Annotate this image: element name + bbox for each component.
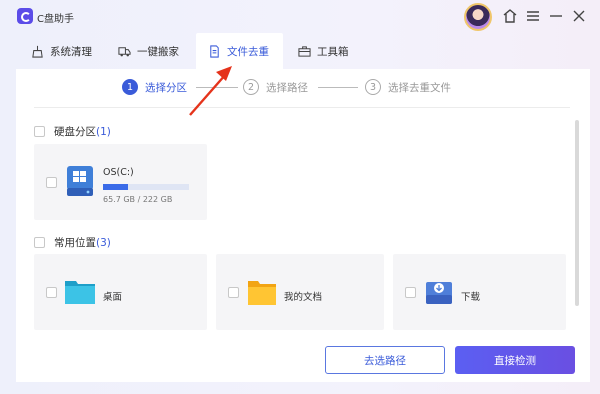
tab-system-clean[interactable]: 系统清理 — [19, 33, 104, 69]
location-checkbox[interactable] — [405, 287, 416, 298]
minimize-icon[interactable] — [546, 6, 566, 26]
step-number: 2 — [243, 79, 259, 95]
partitions-count: (1) — [96, 126, 111, 138]
location-label: 我的文档 — [284, 292, 323, 303]
user-avatar[interactable] — [464, 3, 492, 31]
location-checkbox[interactable] — [46, 287, 57, 298]
location-card-desktop[interactable]: 桌面 — [34, 254, 207, 330]
partition-card-c[interactable]: OS(C:) 65.7 GB / 222 GB — [34, 144, 207, 220]
step-connector — [318, 87, 358, 88]
choose-path-button[interactable]: 去选路径 — [325, 346, 445, 374]
file-icon — [210, 44, 219, 58]
hard-drive-icon — [67, 166, 93, 196]
partition-checkbox[interactable] — [46, 177, 57, 188]
step-connector — [196, 87, 238, 88]
step-label: 选择去重文件 — [388, 81, 451, 94]
content-panel: 1 选择分区 2 选择路径 3 选择去重文件 硬盘分区(1) OS(C:) 65… — [16, 69, 590, 382]
main-tabs: 系统清理 一键搬家 文件去重 工具箱 — [0, 33, 600, 69]
locations-header: 常用位置(3) — [34, 235, 111, 250]
partition-size-text: 65.7 GB / 222 GB — [103, 195, 173, 204]
step-label: 选择分区 — [145, 81, 187, 94]
location-label: 下载 — [461, 292, 481, 303]
location-label: 桌面 — [103, 292, 123, 303]
divider — [34, 107, 570, 108]
step-number: 1 — [122, 79, 138, 95]
partitions-select-all-checkbox[interactable] — [34, 126, 45, 137]
locations-select-all-checkbox[interactable] — [34, 237, 45, 248]
step-select-dedup-files: 3 选择去重文件 — [365, 79, 451, 95]
tab-file-dedup[interactable]: 文件去重 — [196, 33, 283, 69]
location-card-downloads[interactable]: 下载 — [393, 254, 566, 330]
step-number: 3 — [365, 79, 381, 95]
truck-icon — [118, 46, 131, 56]
detect-button[interactable]: 直接检测 — [455, 346, 575, 374]
locations-title: 常用位置 — [54, 237, 96, 249]
step-label: 选择路径 — [266, 81, 308, 94]
locations-count: (3) — [96, 237, 111, 249]
tab-one-click-move[interactable]: 一键搬家 — [106, 33, 191, 69]
step-select-partition: 1 选择分区 — [122, 79, 187, 95]
partition-name: OS(C:) — [103, 167, 134, 178]
close-icon[interactable] — [569, 6, 589, 26]
download-folder-icon — [426, 282, 452, 304]
tab-label: 一键搬家 — [137, 45, 179, 58]
step-indicator: 1 选择分区 2 选择路径 3 选择去重文件 — [16, 69, 590, 107]
location-checkbox[interactable] — [228, 287, 239, 298]
step-select-path: 2 选择路径 — [243, 79, 308, 95]
home-icon[interactable] — [500, 6, 520, 26]
tab-label: 文件去重 — [227, 45, 269, 58]
desktop-folder-icon — [65, 281, 95, 304]
title-bar: C盘助手 — [0, 0, 600, 32]
documents-folder-icon — [248, 281, 276, 305]
tab-label: 工具箱 — [317, 45, 349, 58]
menu-icon[interactable] — [523, 6, 543, 26]
app-logo-icon — [17, 8, 33, 24]
tab-label: 系统清理 — [50, 45, 92, 58]
partitions-title: 硬盘分区 — [54, 126, 96, 138]
partition-usage-fill — [103, 184, 129, 190]
location-card-documents[interactable]: 我的文档 — [216, 254, 384, 330]
partitions-header: 硬盘分区(1) — [34, 124, 111, 139]
app-title: C盘助手 — [37, 14, 74, 25]
partition-usage-bar — [103, 184, 189, 190]
scrollbar[interactable] — [575, 120, 579, 306]
toolbox-icon — [298, 45, 311, 57]
tab-toolbox[interactable]: 工具箱 — [286, 33, 361, 69]
sweep-icon — [32, 45, 43, 58]
